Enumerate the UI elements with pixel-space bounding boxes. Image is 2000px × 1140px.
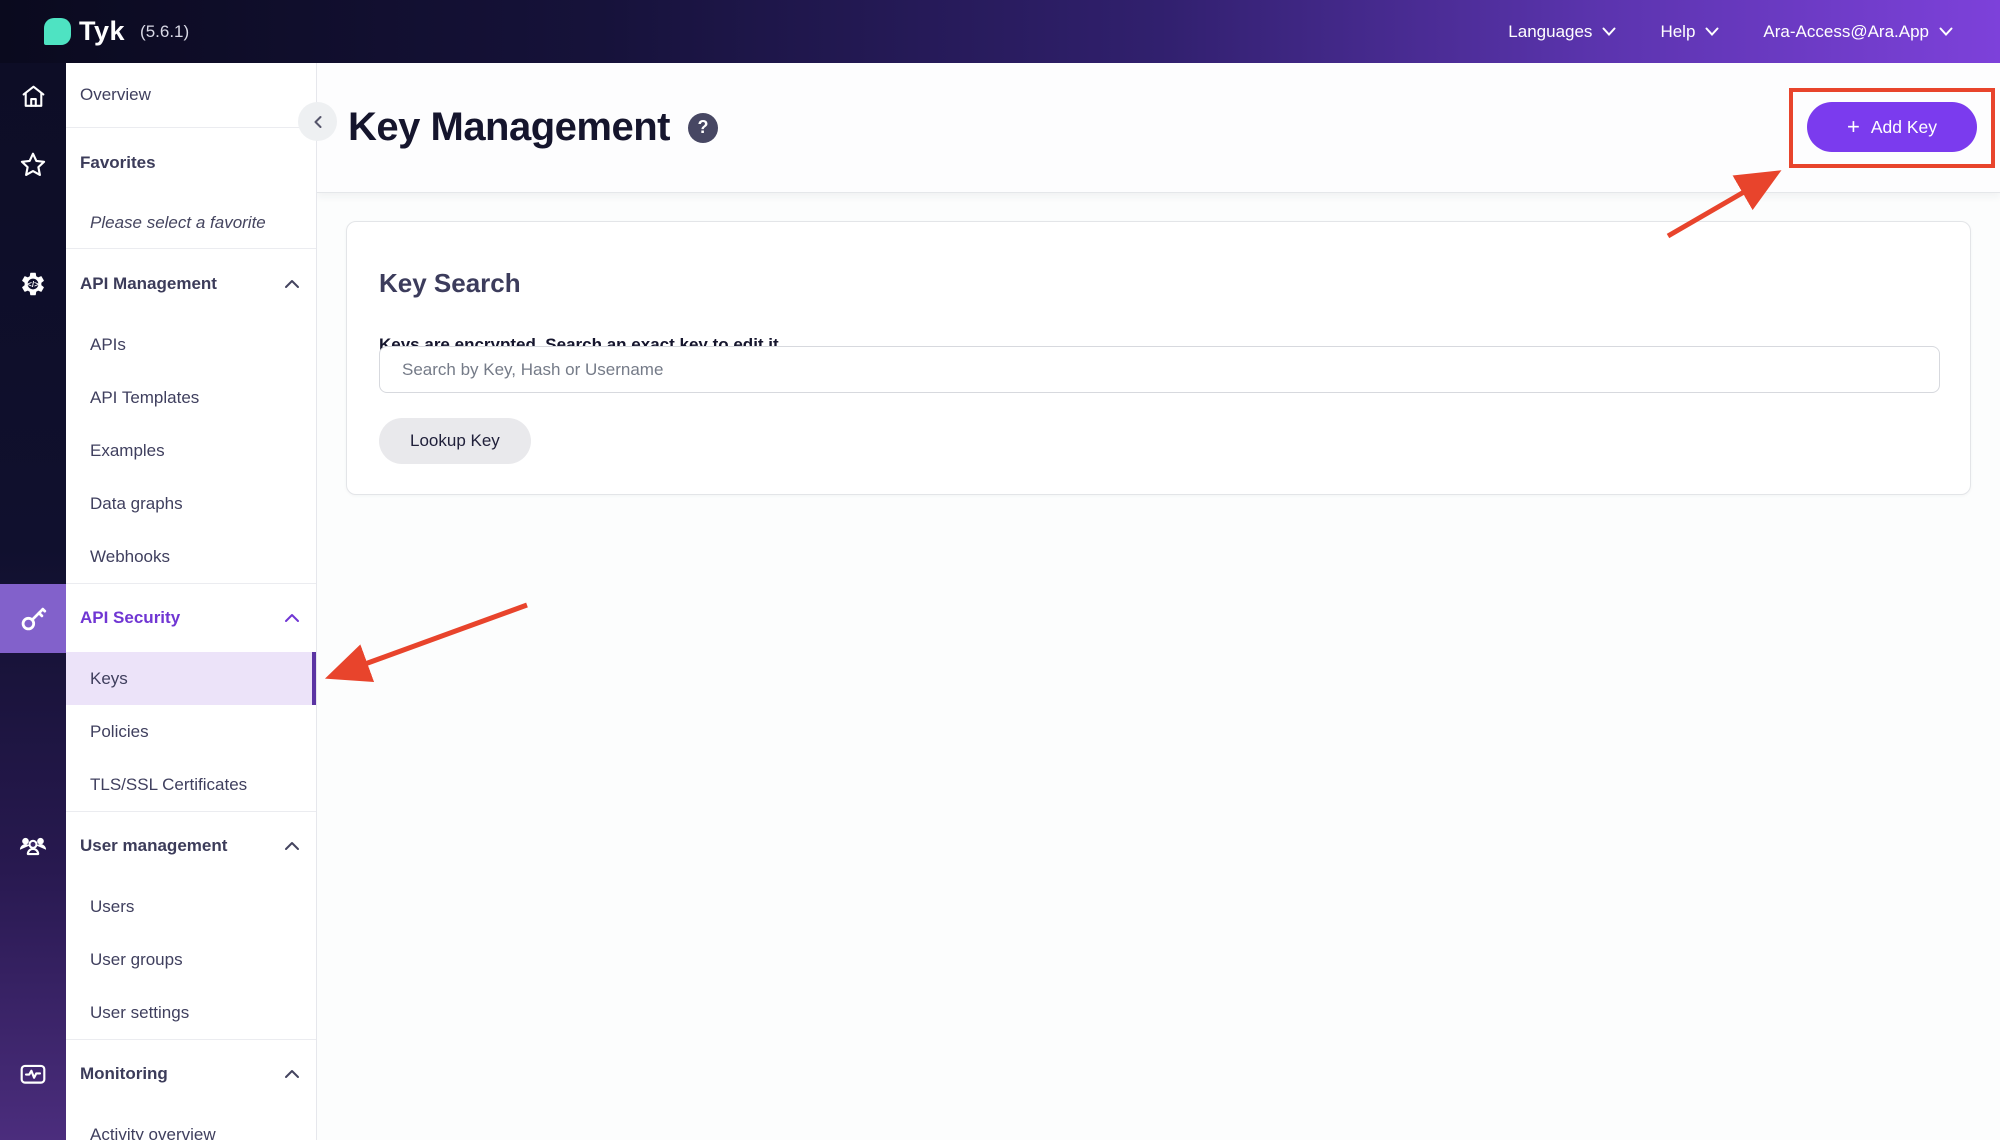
sidebar-section-api-security[interactable]: API Security (66, 583, 316, 652)
sidebar-item-label: API Templates (90, 388, 199, 408)
svg-text:</>: </> (27, 280, 39, 289)
sidebar-item-label: User settings (90, 1003, 189, 1023)
plus-icon: + (1847, 116, 1860, 138)
lookup-key-label: Lookup Key (410, 431, 500, 450)
chevron-left-icon (311, 114, 325, 130)
add-key-button[interactable]: + Add Key (1807, 102, 1977, 152)
sidebar-item-data-graphs[interactable]: Data graphs (66, 477, 316, 530)
account-menu[interactable]: Ara-Access@Ara.App (1763, 22, 1953, 42)
languages-menu[interactable]: Languages (1508, 22, 1616, 42)
sidebar-item-activity-overview[interactable]: Activity overview (66, 1108, 316, 1140)
add-key-label: Add Key (1871, 117, 1937, 138)
help-glyph: ? (697, 117, 708, 138)
section-header-label: API Management (80, 274, 217, 294)
topbar-menu: Languages Help Ara-Access@Ara.App (1508, 22, 2000, 42)
sidebar-item-label: User groups (90, 950, 183, 970)
chevron-down-icon (1939, 27, 1953, 37)
api-security-key-icon[interactable] (0, 604, 66, 634)
chevron-up-icon (284, 613, 300, 623)
section-header-label: Favorites (80, 153, 156, 173)
sidebar-item-label: APIs (90, 335, 126, 355)
icon-rail: </> (0, 63, 66, 1140)
sidebar-collapse-button[interactable] (298, 102, 337, 141)
page-header: Key Management ? + Add Key (317, 63, 2000, 193)
sidebar-item-user-groups[interactable]: User groups (66, 933, 316, 986)
sidebar-item-label: Keys (90, 669, 128, 689)
sidebar-item-overview[interactable]: Overview (66, 63, 316, 128)
sidebar-item-webhooks[interactable]: Webhooks (66, 530, 316, 583)
sidebar-section-user-management[interactable]: User management (66, 811, 316, 880)
sidebar-section-favorites[interactable]: Favorites (66, 128, 316, 198)
help-menu[interactable]: Help (1660, 22, 1719, 42)
top-bar: Tyk (5.6.1) Languages Help Ara-Access@Ar… (0, 0, 2000, 63)
chevron-down-icon (1602, 27, 1616, 37)
sidebar-item-label: Examples (90, 441, 165, 461)
chevron-up-icon (284, 279, 300, 289)
favorites-empty-label: Please select a favorite (90, 213, 266, 233)
favorites-star-icon[interactable] (0, 151, 66, 179)
key-search-title: Key Search (379, 268, 521, 299)
key-search-card: Key Search Keys are encrypted. Search an… (346, 221, 1971, 495)
sidebar-item-examples[interactable]: Examples (66, 424, 316, 477)
sidebar-item-label: Activity overview (90, 1125, 216, 1140)
tyk-logo[interactable]: Tyk (5.6.1) (44, 16, 189, 47)
sidebar-section-api-management[interactable]: API Management (66, 249, 316, 318)
favorites-empty-note: Please select a favorite (66, 198, 316, 249)
sidebar-section-monitoring[interactable]: Monitoring (66, 1039, 316, 1108)
sidebar-item-tls-ssl-certificates[interactable]: TLS/SSL Certificates (66, 758, 316, 811)
page-title: Key Management (348, 105, 670, 150)
sidebar-item-label: Overview (80, 85, 151, 105)
sidebar-item-policies[interactable]: Policies (66, 705, 316, 758)
sidebar-item-keys[interactable]: Keys (66, 652, 316, 705)
chevron-up-icon (284, 1069, 300, 1079)
sidebar-item-user-settings[interactable]: User settings (66, 986, 316, 1039)
monitoring-pulse-icon[interactable] (0, 1060, 66, 1088)
section-header-label: API Security (80, 608, 180, 628)
help-icon[interactable]: ? (688, 113, 718, 143)
user-management-users-icon[interactable] (0, 831, 66, 861)
home-icon[interactable] (0, 83, 66, 110)
tyk-leaf-icon (44, 18, 71, 45)
version-label: (5.6.1) (140, 22, 189, 42)
section-header-label: Monitoring (80, 1064, 168, 1084)
api-gear-code-icon[interactable]: </> (0, 270, 66, 298)
sidebar-item-label: Users (90, 897, 134, 917)
sidebar-item-label: Webhooks (90, 547, 170, 567)
help-label: Help (1660, 22, 1695, 42)
annotation-arrow-keys (332, 605, 527, 676)
languages-label: Languages (1508, 22, 1592, 42)
sidebar-item-api-templates[interactable]: API Templates (66, 371, 316, 424)
sidebar-item-label: Data graphs (90, 494, 183, 514)
sidebar-item-label: Policies (90, 722, 149, 742)
chevron-up-icon (284, 841, 300, 851)
section-header-label: User management (80, 836, 227, 856)
sidebar-nav: Overview Favorites Please select a favor… (66, 63, 317, 1140)
sidebar-item-users[interactable]: Users (66, 880, 316, 933)
key-search-input[interactable] (379, 346, 1940, 393)
lookup-key-button[interactable]: Lookup Key (379, 418, 531, 464)
account-label: Ara-Access@Ara.App (1763, 22, 1929, 42)
sidebar-item-label: TLS/SSL Certificates (90, 775, 247, 795)
logo-text: Tyk (79, 16, 125, 47)
sidebar-item-apis[interactable]: APIs (66, 318, 316, 371)
chevron-down-icon (1705, 27, 1719, 37)
